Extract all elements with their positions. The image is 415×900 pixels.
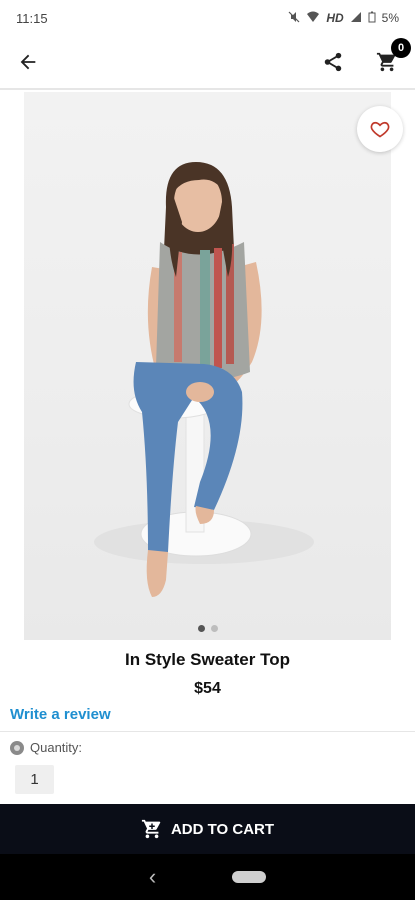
pager-dot[interactable]	[210, 625, 218, 632]
arrow-left-icon	[20, 54, 36, 70]
favorite-button[interactable]	[357, 106, 403, 152]
add-to-cart-label: ADD TO CART	[170, 820, 275, 838]
system-nav-bar: ‹	[0, 854, 415, 900]
app-bar: 0	[0, 36, 415, 90]
write-review-link[interactable]: Write a review	[10, 706, 111, 723]
quantity-indicator-icon	[10, 740, 24, 755]
pager-dot-active[interactable]	[197, 625, 205, 632]
product-price: $54	[194, 680, 221, 697]
share-button[interactable]	[319, 48, 347, 76]
image-pager	[0, 625, 415, 632]
product-photo	[94, 162, 314, 597]
app-bar-actions: 0	[319, 38, 411, 76]
product-image[interactable]	[24, 92, 391, 640]
system-home-pill[interactable]	[232, 871, 267, 883]
system-back-icon[interactable]: ‹	[149, 864, 156, 890]
quantity-label-row: Quantity:	[10, 740, 82, 755]
battery-icon	[368, 11, 376, 26]
wifi-icon	[306, 11, 320, 26]
share-icon	[324, 52, 342, 72]
heart-icon	[370, 121, 390, 138]
status-time: 11:15	[16, 10, 48, 26]
mute-icon	[288, 11, 300, 26]
product-title: In Style Sweater Top	[124, 650, 290, 669]
divider	[0, 731, 415, 732]
cart-count-badge: 0	[391, 38, 411, 58]
network-type: HD	[326, 11, 344, 25]
battery-level: 5%	[381, 11, 399, 25]
quantity-label: Quantity:	[30, 740, 83, 755]
back-button[interactable]	[14, 48, 42, 76]
signal-icon	[350, 11, 362, 26]
quantity-field[interactable]: 1	[15, 765, 54, 794]
cart-button[interactable]: 0	[373, 38, 411, 76]
status-icons: HD 5%	[288, 11, 399, 26]
add-to-cart-button[interactable]: ADD TO CART	[0, 804, 415, 854]
add-cart-icon	[141, 819, 161, 839]
status-bar: 11:15 HD 5%	[0, 0, 415, 36]
